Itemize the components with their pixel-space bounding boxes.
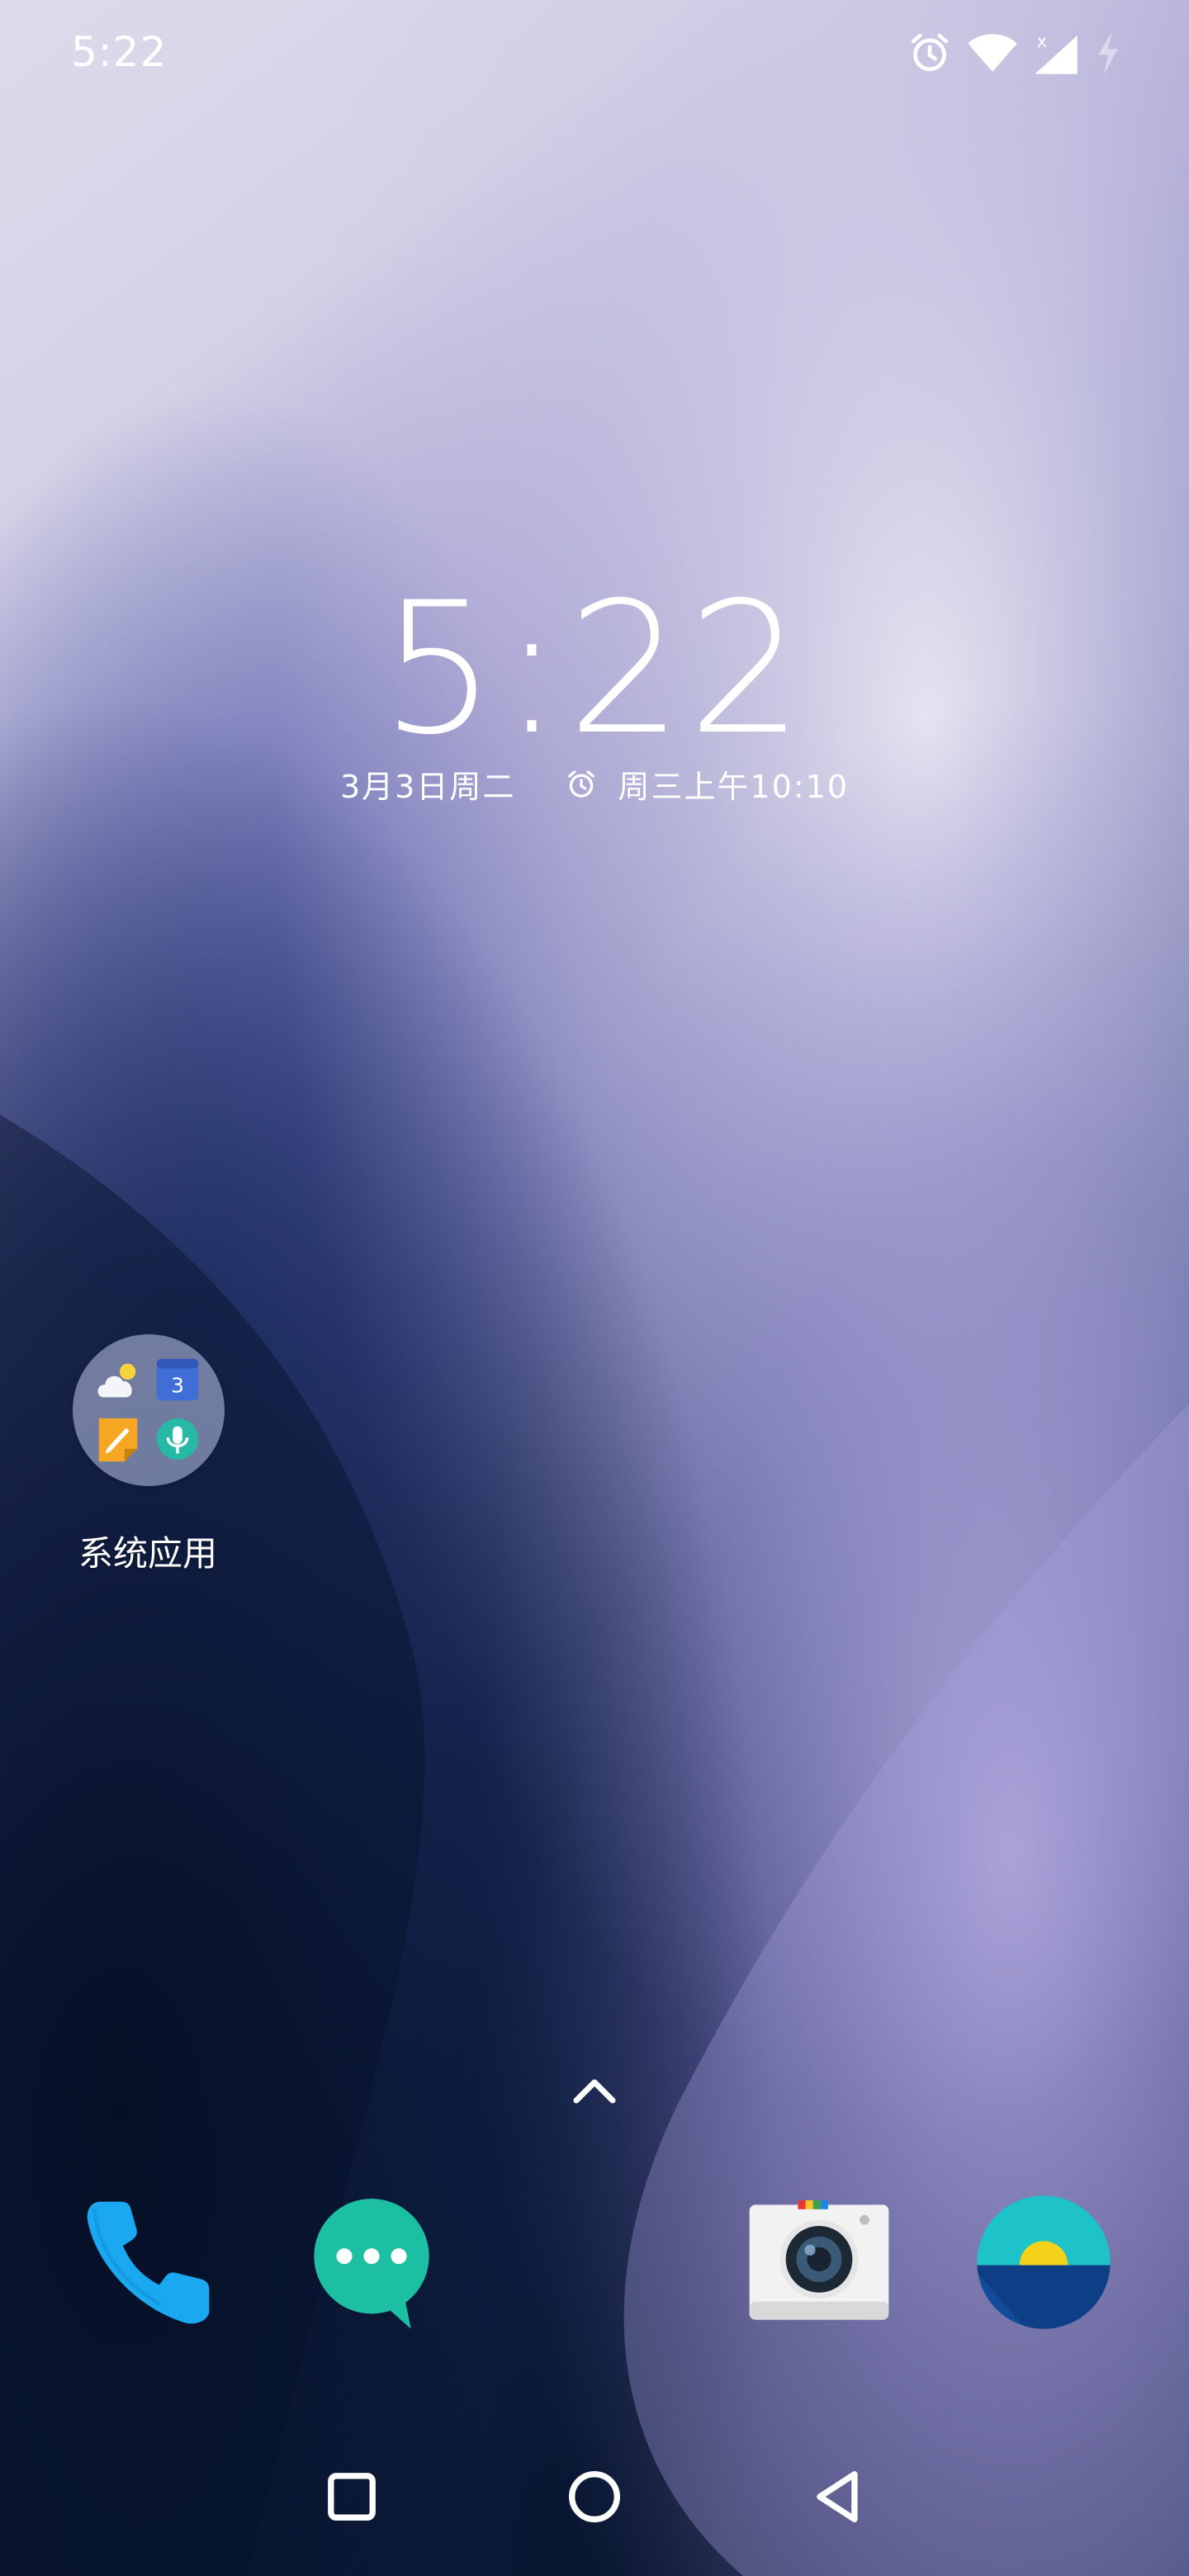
clock-widget[interactable]: 5:22 3月3日周二 周三上午10:10 [0, 578, 1189, 817]
messages-icon[interactable] [299, 2190, 444, 2335]
clock-date-line: 3月3日周二 周三上午10:10 [0, 761, 1189, 807]
folder-label: 系统应用 [78, 1533, 217, 1574]
back-button[interactable] [804, 2462, 874, 2531]
cellular-no-service-icon: x [1035, 31, 1078, 74]
recents-button[interactable] [317, 2462, 386, 2531]
status-time: 5:22 [71, 28, 168, 76]
recorder-icon [156, 1418, 199, 1461]
next-alarm-icon [568, 769, 595, 798]
camera-icon[interactable] [746, 2190, 892, 2335]
weather-app-icon[interactable] [971, 2190, 1116, 2335]
home-screen: 5:22 x 5:22 3月3日周二 周三上午10:10 3 系统应用 [0, 0, 1189, 2576]
next-alarm-text: 周三上午10:10 [618, 769, 850, 805]
weather-icon [97, 1363, 136, 1398]
clock-time: 5:22 [380, 563, 809, 774]
cellular-badge: x [1037, 31, 1047, 51]
chevron-up-icon[interactable] [570, 2072, 619, 2109]
status-bar: 5:22 x [0, 0, 1189, 107]
clock-date: 3月3日周二 [339, 769, 516, 805]
calendar-icon: 3 [156, 1358, 199, 1401]
alarm-icon [911, 33, 949, 72]
notes-icon [98, 1418, 138, 1462]
home-button[interactable] [560, 2462, 629, 2531]
folder-icon: 3 [73, 1334, 225, 1486]
calendar-day: 3 [171, 1374, 184, 1398]
wifi-icon [968, 34, 1017, 72]
battery-charging-icon [1098, 31, 1118, 74]
phone-icon[interactable] [76, 2190, 221, 2335]
system-apps-folder[interactable]: 3 系统应用 [61, 1334, 234, 1582]
